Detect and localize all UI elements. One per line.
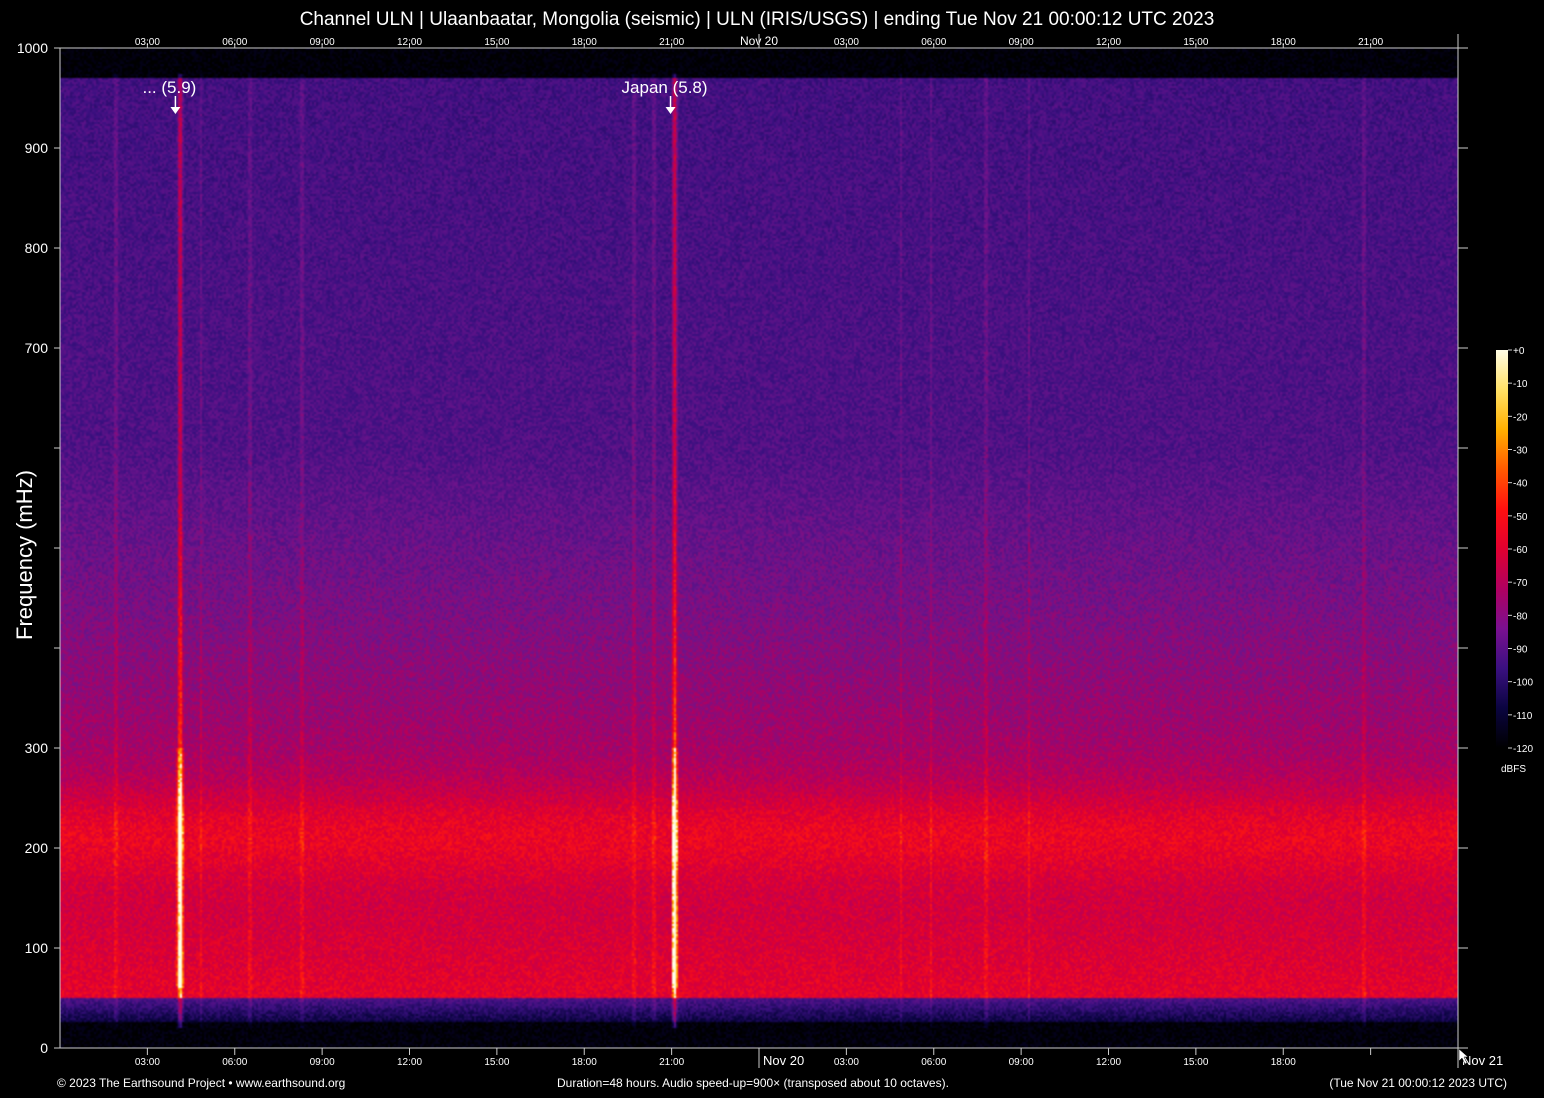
x-tick-label-bottom: 18:00 [572, 1057, 597, 1068]
footer-timestamp: (Tue Nov 21 00:00:12 2023 UTC) [1329, 1076, 1507, 1090]
colorbar-tick-label: -70 [1513, 578, 1528, 589]
colorbar-tick-label: -120 [1513, 744, 1533, 755]
colorbar-tick-label: -90 [1513, 645, 1528, 656]
footer-copyright: © 2023 The Earthsound Project • www.eart… [57, 1076, 346, 1090]
footer-duration: Duration=48 hours. Audio speed-up=900× (… [557, 1076, 949, 1090]
y-tick-label: 200 [25, 840, 49, 856]
x-tick-label-top: 21:00 [659, 37, 684, 48]
colorbar-tick-label: -40 [1513, 479, 1528, 490]
x-tick-label-bottom: 15:00 [1183, 1057, 1208, 1068]
x-tick-label-top: 15:00 [484, 37, 509, 48]
y-tick-label: 900 [25, 140, 49, 156]
x-tick-label-bottom: 06:00 [921, 1057, 946, 1068]
x-tick-label-top: 03:00 [135, 37, 160, 48]
x-tick-label-bottom: 21:00 [659, 1057, 684, 1068]
x-tick-label-top: 03:00 [834, 37, 859, 48]
event-arrow-head [665, 107, 676, 114]
x-tick-label-top: 21:00 [1358, 37, 1383, 48]
x-tick-label-top: 09:00 [1009, 37, 1034, 48]
event-annotation-label: Japan (5.8) [622, 78, 708, 97]
colorbar-tick-label: -60 [1513, 545, 1528, 556]
x-tick-label-top: 15:00 [1183, 37, 1208, 48]
y-tick-label: 300 [25, 740, 49, 756]
x-tick-label-bottom: 12:00 [397, 1057, 422, 1068]
x-tick-label-top: 06:00 [921, 37, 946, 48]
colorbar-tick-label: -50 [1513, 512, 1528, 523]
x-tick-label-top: 12:00 [1096, 37, 1121, 48]
event-annotation: Japan (5.8) [622, 78, 708, 114]
y-axis-label: Frequency (mHz) [12, 470, 37, 640]
colorbar-tick-label: -110 [1513, 711, 1533, 722]
y-tick-label: 1000 [17, 40, 48, 56]
event-annotation-label: ... (5.9) [142, 78, 196, 97]
event-arrow-head [170, 107, 181, 114]
x-tick-label-bottom: 09:00 [1009, 1057, 1034, 1068]
colorbar-tick-label: -30 [1513, 446, 1528, 457]
x-tick-label-bottom: 03:00 [135, 1057, 160, 1068]
chart-axes-overlay: Frequency (mHz) 0 100 200 300 700 800 900 1000 0… [12, 34, 1533, 1068]
x-tick-label-bottom: 15:00 [484, 1057, 509, 1068]
colorbar: +0 -10 -20 -30 -40 -50 -60 -70 -80 -90 -100 -110 -12… [1496, 346, 1533, 775]
spectrogram-chart: Channel ULN | Ulaanbaatar, Mongolia (sei… [0, 0, 1544, 1098]
colorbar-gradient [1496, 350, 1508, 748]
x-tick-label-bottom: 09:00 [310, 1057, 335, 1068]
colorbar-tick-label: -10 [1513, 379, 1528, 390]
x-tick-label-top: 09:00 [310, 37, 335, 48]
y-tick-label: 100 [25, 940, 49, 956]
x-tick-label-bottom: 18:00 [1271, 1057, 1296, 1068]
y-tick-label: 800 [25, 240, 49, 256]
colorbar-tick-label: -80 [1513, 611, 1528, 622]
x-tick-label-bottom: 03:00 [834, 1057, 859, 1068]
x-tick-label-bottom: Nov 20 [763, 1053, 804, 1068]
y-tick-label: 0 [40, 1040, 48, 1056]
colorbar-label: dBFS [1501, 764, 1526, 775]
colorbar-tick-label: +0 [1513, 346, 1525, 357]
x-tick-label-bottom: Nov 21 [1462, 1053, 1503, 1068]
x-tick-label-bottom: 06:00 [222, 1057, 247, 1068]
colorbar-tick-label: -20 [1513, 412, 1528, 423]
colorbar-tick-label: -100 [1513, 678, 1533, 689]
x-tick-label-top: 12:00 [397, 37, 422, 48]
x-tick-label-top: 18:00 [572, 37, 597, 48]
x-tick-label-top: 18:00 [1271, 37, 1296, 48]
y-tick-label: 700 [25, 340, 49, 356]
event-annotation: ... (5.9) [142, 78, 196, 114]
x-tick-label-bottom: 12:00 [1096, 1057, 1121, 1068]
x-tick-label-top: 06:00 [222, 37, 247, 48]
